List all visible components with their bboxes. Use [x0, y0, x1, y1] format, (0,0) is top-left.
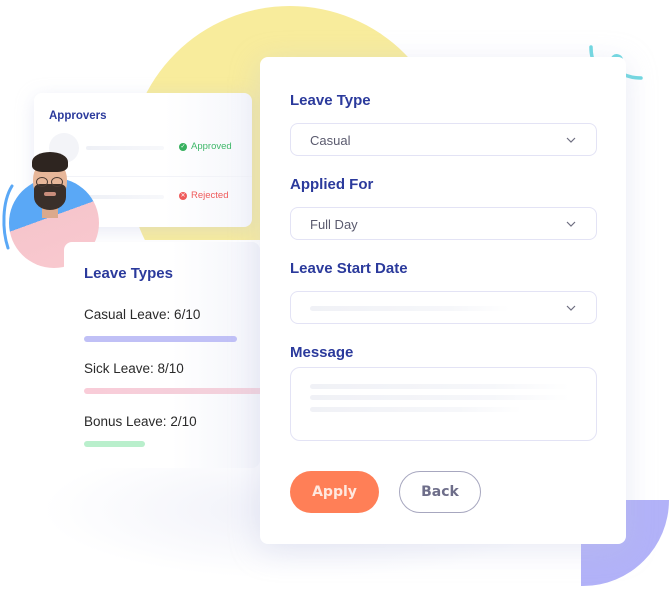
message-placeholder-line: [310, 395, 570, 400]
message-textarea[interactable]: [290, 367, 597, 441]
x-circle-icon: ✕: [179, 191, 187, 200]
approvers-title: Approvers: [49, 110, 107, 122]
leave-type-casual-label: Casual Leave: 6/10: [84, 307, 201, 322]
check-circle-icon: ✓: [179, 142, 187, 151]
applied-for-select[interactable]: Full Day: [290, 207, 597, 240]
chevron-down-icon: [566, 137, 576, 143]
leave-type-bonus-bar: [84, 441, 145, 447]
message-placeholder-line: [310, 384, 570, 389]
leave-type-sick-label: Sick Leave: 8/10: [84, 361, 184, 376]
back-button[interactable]: Back: [399, 471, 481, 513]
avatar-hair: [32, 152, 68, 172]
leave-type-value: Casual: [310, 133, 351, 148]
apply-button[interactable]: Apply: [290, 471, 379, 513]
approver-name-placeholder: [86, 146, 164, 150]
chevron-down-icon: [566, 221, 576, 227]
avatar-glasses: [36, 177, 48, 187]
leave-types-card: Leave Types Casual Leave: 6/10 Sick Leav…: [64, 242, 284, 468]
chevron-down-icon: [566, 305, 576, 311]
leave-types-title: Leave Types: [84, 265, 173, 282]
status-text: Approved: [191, 141, 232, 152]
leave-start-date-select[interactable]: [290, 291, 597, 324]
applied-for-value: Full Day: [310, 217, 358, 232]
leave-type-select[interactable]: Casual: [290, 123, 597, 156]
leave-type-label: Leave Type: [290, 92, 371, 109]
leave-type-casual-bar: [84, 336, 237, 342]
approver-name-placeholder: [86, 195, 164, 199]
leave-application-form: Leave Type Casual Applied For Full Day L…: [260, 57, 626, 544]
avatar-beard: [34, 184, 66, 210]
status-text: Rejected: [191, 190, 229, 201]
avatar-mouth: [44, 192, 56, 196]
message-placeholder-line: [310, 407, 522, 412]
leave-start-date-label: Leave Start Date: [290, 260, 408, 277]
leave-type-bonus-label: Bonus Leave: 2/10: [84, 414, 197, 429]
date-placeholder: [310, 306, 510, 311]
avatar-glasses: [51, 177, 63, 187]
message-label: Message: [290, 344, 354, 361]
leave-type-sick-bar: [84, 388, 284, 394]
status-badge-approved: ✓ Approved: [179, 141, 232, 152]
applied-for-label: Applied For: [290, 176, 374, 193]
status-badge-rejected: ✕ Rejected: [179, 190, 229, 201]
